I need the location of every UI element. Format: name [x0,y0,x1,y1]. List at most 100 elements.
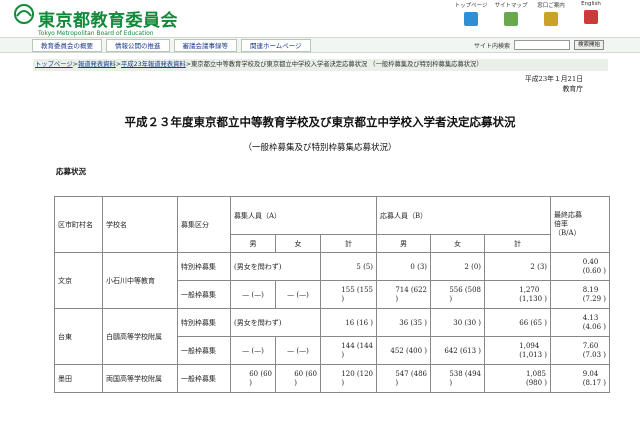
nav-tab-overview[interactable]: 教育委員会の概要 [32,39,102,52]
breadcrumb: トップページ>報道発表資料>平成23年報道発表資料>東京都立中等教育学校及び東京… [33,59,608,71]
issuer-text: 教育庁 [562,85,583,93]
top-link-label: トップページ [454,3,488,9]
header-app-female: 女 [430,234,486,253]
page-subtitle: （一般枠募集及び特別枠募集応募状況） [243,143,397,153]
top-link-sitemap[interactable]: サイトマップ [494,1,528,26]
logo-subtitle: Tokyo Metropolitan Board of Education [38,30,154,37]
cell-app-male: 452 (400 ) [376,336,432,365]
date-text: 平成23年１月21日 [524,75,583,83]
metro-emblem-icon [14,4,34,24]
cell-ratio: 9.04 (8.17 ) [582,369,607,387]
cell-app-total: 2 (3) [484,252,552,281]
cell-cap-female: — (—) [275,336,321,365]
search-button[interactable]: 検索開始 [573,40,604,50]
utility-links: トップページ サイトマップ 窓口ご案内 English [454,1,606,26]
cell-app-total: 1,094 (1,013 ) [519,341,548,359]
cell-cap-female: — (—) [275,280,321,309]
table-row: 文京 小石川中等教育 特別枠募集 (男女を問わず) 5 (5) 0 (3) 2 … [54,252,611,309]
cell-ward: 台東 [54,308,103,365]
search-label: サイト内検索 [473,42,510,50]
publish-date: 平成23年１月21日 教育庁 [525,74,583,94]
cell-cap-note: (男女を問わず) [230,308,321,337]
application-status-table: 区市町村名 学校名 募集区分 募集人員（A） 応募人員（B） 最終応募 倍率 （… [54,196,611,393]
cell-category: 一般枠募集 [177,364,231,393]
breadcrumb-press-h23[interactable]: 平成23年報道発表資料 [121,61,186,68]
cell-cap-total: 120 (120 ) [341,369,374,387]
cell-category: 特別枠募集 [177,252,231,281]
site-header: 東京都教育委員会 Tokyo Metropolitan Board of Edu… [0,0,640,37]
top-link-home[interactable]: トップページ [454,1,488,26]
cell-cap-total: 16 (16 ) [319,308,378,337]
cell-category: 特別枠募集 [177,308,231,337]
cell-app-male: 714 (622 ) [395,285,428,303]
nav-tabs: 教育委員会の概要 情報公開の推進 審議会議事録等 関連ホームページ [32,39,311,52]
section-heading: 応募状況 [56,167,86,176]
cell-app-total: 66 (65 ) [484,308,552,337]
search-input[interactable] [513,40,570,50]
cell-category: 一般枠募集 [177,280,231,309]
top-link-english[interactable]: English [576,1,606,26]
top-link-info-desk[interactable]: 窓口ご案内 [536,1,566,26]
cell-cap-male: — (—) [230,280,276,309]
site-search: サイト内検索 検索開始 [474,40,604,50]
cell-cap-total: 155 (155 ) [341,285,374,303]
cell-cap-total: 144 (144 ) [341,341,374,359]
header-cap-total: 計 [319,234,378,253]
cell-category: 一般枠募集 [177,336,231,365]
cell-app-female: 2 (0) [430,252,486,281]
cell-app-female: 538 (494 ) [449,369,482,387]
header-ward: 区市町村名 [54,196,103,253]
cell-app-total: 1,270 (1,130 ) [519,285,548,303]
header-capacity: 募集人員（A） [229,196,378,235]
cell-app-male: 547 (486 ) [395,369,428,387]
breadcrumb-top[interactable]: トップページ [35,61,73,68]
cell-cap-male: — (—) [230,336,276,365]
cell-cap-total: 5 (5) [319,252,378,281]
info-desk-icon [544,12,558,26]
cell-ratio: 4.13 (4.06 ) [582,313,607,331]
header-category: 募集区分 [177,196,231,253]
global-nav: 教育委員会の概要 情報公開の推進 審議会議事録等 関連ホームページ サイト内検索… [0,37,640,53]
cell-school: 両国高等学校附属 [102,364,178,393]
cell-app-female: 642 (613 ) [430,336,486,365]
cell-school: 白鷗高等学校附属 [102,308,178,365]
cell-app-female: 30 (30 ) [430,308,486,337]
table-row: 台東 白鷗高等学校附属 特別枠募集 (男女を問わず) 16 (16 ) 36 (… [54,308,611,365]
table-header-row: 区市町村名 学校名 募集区分 募集人員（A） 応募人員（B） 最終応募 倍率 （… [54,196,611,253]
header-cap-female: 女 [275,234,321,253]
site-logo[interactable]: 東京都教育委員会 Tokyo Metropolitan Board of Edu… [14,4,178,37]
home-icon [464,12,478,26]
header-cap-male: 男 [230,234,276,253]
header-app-total: 計 [484,234,552,253]
top-link-label: サイトマップ [494,3,528,9]
cell-cap-male: 60 (60 ) [249,369,272,387]
page-title: 平成２３年度東京都立中等教育学校及び東京都立中学校入学者決定応募状況 [124,115,516,129]
cell-app-total: 1,085 (980 ) [525,369,548,387]
cell-school: 小石川中等教育 [102,252,178,309]
cell-app-female: 556 (508 ) [449,285,482,303]
sitemap-icon [504,12,518,26]
cell-app-male: 36 (35 ) [376,308,432,337]
breadcrumb-press[interactable]: 報道発表資料 [78,61,116,68]
header-school: 学校名 [102,196,178,253]
cell-ward: 墨田 [54,364,103,393]
cell-cap-female: 60 (60 ) [294,369,317,387]
english-icon [584,10,598,24]
top-link-label: 窓口ご案内 [537,3,565,9]
header-ratio: 最終応募 倍率 （B/A） [554,211,583,237]
nav-tab-minutes[interactable]: 審議会議事録等 [173,39,237,52]
top-link-label: English [581,1,601,7]
logo-title: 東京都教育委員会 [38,11,178,31]
header-app-male: 男 [376,234,432,253]
cell-ward: 文京 [54,252,103,309]
cell-ratio: 0.40 (0.60 ) [582,257,607,275]
nav-tab-disclosure[interactable]: 情報公開の推進 [106,39,170,52]
cell-ratio: 8.19 (7.29 ) [582,285,607,303]
table-row: 墨田 両国高等学校附属 一般枠募集 60 (60 ) 60 (60 ) 120 … [54,364,611,393]
cell-app-male: 0 (3) [376,252,432,281]
nav-tab-related[interactable]: 関連ホームページ [241,39,311,52]
breadcrumb-current: 東京都立中等教育学校及び東京都立中学校入学者決定応募状況 （一般枠募集及び特別枠… [190,61,483,68]
cell-cap-note: (男女を問わず) [230,252,321,281]
cell-ratio: 7.60 (7.03 ) [582,341,607,359]
header-applicants: 応募人員（B） [376,196,552,235]
